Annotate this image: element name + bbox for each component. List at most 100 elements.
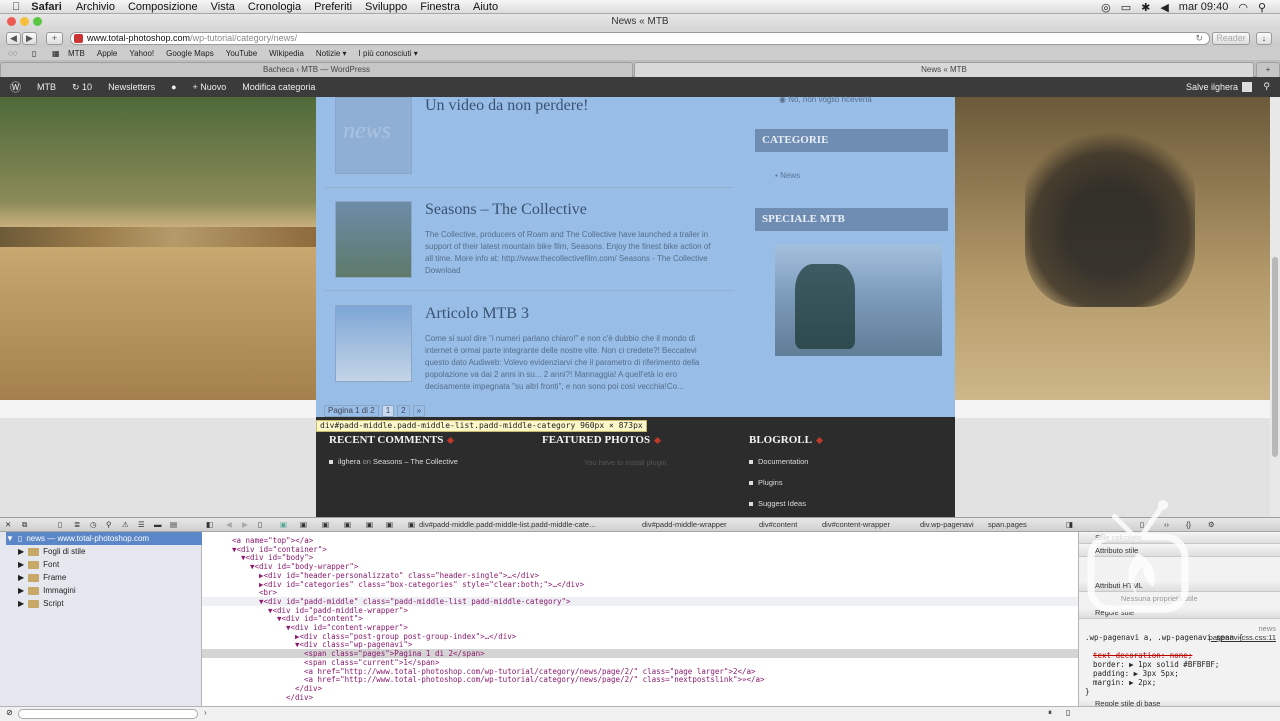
database-icon[interactable]: ≣	[74, 519, 80, 531]
dom-line[interactable]: ▼<div id="body-wrapper">	[202, 562, 1078, 571]
tree-folder[interactable]: ▶ Fogli di stile	[18, 545, 85, 558]
console-prompt-icon[interactable]: ›	[204, 708, 207, 717]
stack-panel-icon[interactable]: ▯	[1066, 708, 1070, 717]
close-window-button[interactable]	[7, 17, 16, 26]
tab-bacheca[interactable]: Bacheca ‹ MTB — WordPress	[0, 62, 633, 77]
bookmark-piu-conosciuti[interactable]: I più conosciuti ▾	[359, 47, 418, 60]
breadcrumb-wp-pagenavi[interactable]: div.wp-pagenavi	[920, 519, 974, 531]
crumb-end-icon[interactable]: ◨	[1066, 519, 1073, 531]
bookmark-yahoo[interactable]: Yahoo!	[129, 47, 154, 60]
crumb-element-icon[interactable]: ▣	[408, 519, 415, 531]
bookmark-apple[interactable]: Apple	[97, 47, 117, 60]
pagination-next[interactable]: »	[412, 405, 426, 417]
breadcrumb-content-wrapper[interactable]: div#content-wrapper	[822, 519, 890, 531]
dom-line[interactable]: </div>	[202, 684, 1078, 693]
menu-cronologia[interactable]: Cronologia	[248, 1, 301, 13]
timeline-icon[interactable]: ◷	[90, 519, 97, 531]
menu-preferiti[interactable]: Preferiti	[314, 1, 352, 13]
wifi-icon[interactable]: ◠	[1238, 1, 1248, 14]
blogroll-link[interactable]: Documentation	[749, 457, 949, 466]
radio-icon[interactable]: ◉	[779, 95, 788, 104]
menu-sviluppo[interactable]: Sviluppo	[365, 1, 407, 13]
dom-tree[interactable]: <a name="top"></a> ▼<div id="container"> ▼…	[202, 532, 1078, 706]
post-thumbnail[interactable]	[335, 305, 412, 382]
bluetooth-icon[interactable]: ✱	[1141, 1, 1150, 14]
clock[interactable]: mar 09:40	[1179, 1, 1229, 13]
bookmark-wikipedia[interactable]: Wikipedia	[269, 47, 304, 60]
post-title[interactable]: Seasons – The Collective	[425, 201, 587, 219]
settings-icon[interactable]: ⚙	[1208, 519, 1215, 531]
menu-composizione[interactable]: Composizione	[128, 1, 198, 13]
breadcrumb-padd-middle-wrapper[interactable]: div#padd-middle-wrapper	[642, 519, 727, 531]
dom-line[interactable]: </div>	[202, 693, 1078, 702]
bookmark-notizie[interactable]: Notizie ▾	[316, 47, 347, 60]
dom-line[interactable]: <a href="http://www.total-photoshop.com/…	[202, 667, 1078, 676]
show-all-bookmarks-icon[interactable]: ▯	[32, 47, 36, 60]
dom-line[interactable]: <a href="http://www.total-photoshop.com/…	[202, 675, 1078, 684]
bookmark-mtb[interactable]: MTB	[68, 47, 85, 60]
dom-line[interactable]: ▶<div id="categories" class="box-categor…	[202, 580, 1078, 589]
admin-new-link[interactable]: + Nuovo	[193, 82, 227, 92]
post-thumbnail[interactable]: news	[335, 97, 412, 174]
dom-line[interactable]: ▼<div id="body">	[202, 553, 1078, 562]
dom-line[interactable]: <span class="pages">Pagina 1 di 2</span>	[202, 649, 1078, 658]
close-inspector-icon[interactable]: ✕	[5, 519, 11, 531]
dom-line[interactable]: ▼<div id="padd-middle" class="padd-middl…	[202, 597, 1078, 606]
menu-archivio[interactable]: Archivio	[76, 1, 115, 13]
menu-aiuto[interactable]: Aiuto	[473, 1, 498, 13]
blogroll-link[interactable]: Plugins	[749, 478, 949, 487]
address-bar[interactable]: www.total-photoshop.com/wp-tutorial/cate…	[70, 32, 1210, 45]
minimize-window-button[interactable]	[20, 17, 29, 26]
tree-root[interactable]: ▼ ▯ news — www.total-photoshop.com	[6, 532, 202, 545]
category-link-news[interactable]: ▪ News	[775, 171, 800, 180]
console-icon[interactable]: ▬	[154, 519, 162, 531]
dom-line[interactable]: ▼<div class="wp-pagenavi">	[202, 640, 1078, 649]
dom-line[interactable]: <br>	[202, 588, 1078, 597]
console-filter-input[interactable]	[18, 709, 198, 719]
menu-finestra[interactable]: Finestra	[420, 1, 460, 13]
pause-icon[interactable]: ⏸	[1048, 708, 1052, 718]
crumb-element-icon[interactable]: ▣	[366, 519, 373, 531]
rule-declaration[interactable]: margin: ▶ 2px;	[1093, 678, 1156, 687]
battery-icon[interactable]: ▭	[1121, 1, 1131, 14]
comments-icon[interactable]: ●	[171, 82, 176, 92]
crumb-element-icon[interactable]: ▣	[344, 519, 351, 531]
wordpress-logo-icon[interactable]: Ⓦ	[10, 79, 21, 95]
console-clear-icon[interactable]: ⊘	[6, 708, 13, 717]
page-scrollbar-thumb[interactable]	[1272, 257, 1278, 457]
crumb-html-icon[interactable]: ▣	[280, 519, 287, 531]
creative-cloud-icon[interactable]: ◎	[1101, 1, 1111, 14]
stack-icon[interactable]: ▤	[170, 519, 177, 531]
bookmark-google-maps[interactable]: Google Maps	[166, 47, 214, 60]
new-tab-button[interactable]: +	[1256, 62, 1280, 77]
forward-button[interactable]: ▶	[22, 32, 37, 45]
dom-line[interactable]: ▼<div id="content-wrapper">	[202, 623, 1078, 632]
rule-declaration[interactable]: padding: ▶ 3px 5px;	[1093, 669, 1179, 678]
dom-line[interactable]: ▼<div id="content">	[202, 614, 1078, 623]
top-sites-icon[interactable]: ▦	[52, 47, 60, 60]
downloads-button[interactable]: ↓	[1256, 32, 1272, 45]
breadcrumb-toggle-icon[interactable]: ◧	[206, 519, 213, 531]
rule-source-document[interactable]: news	[1258, 624, 1276, 633]
speciale-mtb-image[interactable]	[775, 244, 942, 356]
bookmark-youtube[interactable]: YouTube	[226, 47, 257, 60]
list-icon[interactable]: ☰	[138, 519, 145, 531]
dom-line[interactable]: ▼<div id="padd-middle-wrapper">	[202, 606, 1078, 615]
blogroll-link[interactable]: Suggest Ideas	[749, 499, 949, 508]
crumb-forward-icon[interactable]: ▶	[242, 519, 248, 531]
dom-line[interactable]: ▶<div id="header-personalizzato" class="…	[202, 571, 1078, 580]
admin-search-icon[interactable]: ⚲	[1263, 81, 1270, 92]
breadcrumb-content[interactable]: div#content	[759, 519, 797, 531]
avatar[interactable]	[1242, 82, 1252, 92]
resources-icon[interactable]: ▯	[58, 519, 62, 531]
comment-author[interactable]: ilghera	[338, 457, 361, 466]
dom-line[interactable]: ▼<div id="container">	[202, 545, 1078, 554]
reader-button[interactable]: Reader	[1212, 32, 1250, 45]
rule-declaration[interactable]: border: ▶ 1px solid #BFBFBF;	[1093, 660, 1219, 669]
crumb-document-icon[interactable]: ▯	[258, 519, 262, 531]
dom-line[interactable]: ▶<div class="post-group post-group-index…	[202, 632, 1078, 641]
tree-folder[interactable]: ▶ Script	[18, 597, 64, 610]
tree-folder[interactable]: ▶ Frame	[18, 571, 66, 584]
rule-declaration[interactable]: text-decoration: none;	[1093, 651, 1192, 660]
breadcrumb-span-pages[interactable]: span.pages	[988, 519, 1027, 531]
